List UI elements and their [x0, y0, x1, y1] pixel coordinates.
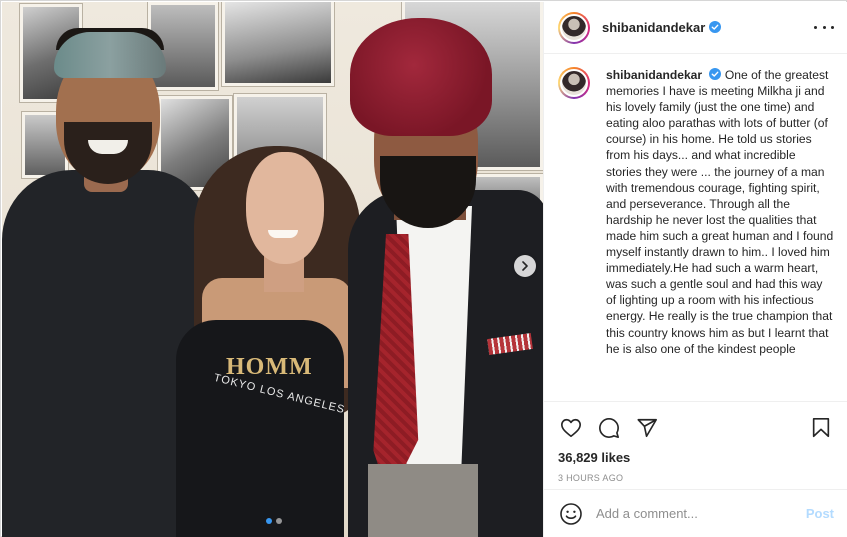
heart-icon	[561, 418, 581, 438]
verified-badge-icon	[709, 21, 722, 33]
verified-badge-icon	[709, 68, 722, 80]
emoji-icon	[560, 502, 582, 525]
caption-body: One of the greatest memories I have is m…	[606, 68, 834, 356]
post-comment-button[interactable]: Post	[806, 506, 834, 521]
carousel-dot	[276, 518, 282, 524]
carousel-next-button[interactable]	[514, 255, 536, 277]
header-username[interactable]: shibanidandekar	[602, 20, 722, 35]
post-timestamp[interactable]: 3 HOURS AGO	[558, 473, 834, 483]
save-button[interactable]	[808, 415, 834, 441]
avatar[interactable]	[558, 11, 590, 44]
share-button[interactable]	[634, 415, 660, 441]
like-button[interactable]	[558, 415, 584, 441]
emoji-button[interactable]	[558, 501, 584, 527]
person-right-turban	[350, 18, 492, 136]
post-details-panel: shibanidandekar shibanidandekar One of t…	[543, 2, 847, 537]
caption: shibanidandekar One of the greatest memo…	[606, 67, 834, 400]
post-actions: 36,829 likes 3 HOURS AGO	[544, 401, 847, 483]
person-middle-shirt	[176, 320, 344, 537]
comment-icon	[599, 418, 619, 438]
likes-count[interactable]: 36,829 likes	[558, 450, 834, 465]
more-options-icon	[814, 25, 817, 29]
comment-button[interactable]	[596, 415, 622, 441]
action-icons	[558, 410, 834, 446]
person-middle-face	[246, 152, 324, 264]
comment-bar: Post	[544, 489, 847, 537]
post-modal: HOMM TOKYO LOS ANGELES shibanidandekar s…	[0, 0, 847, 537]
caption-username[interactable]: shibanidandekar	[606, 68, 702, 82]
post-header: shibanidandekar	[544, 2, 847, 54]
chevron-right-icon	[522, 261, 528, 271]
username-text[interactable]: shibanidandekar	[602, 20, 705, 35]
person-left-headband	[54, 32, 166, 78]
comment-input[interactable]	[596, 506, 806, 521]
bookmark-icon	[812, 418, 830, 438]
more-options-button[interactable]	[814, 20, 834, 34]
post-photo[interactable]: HOMM TOKYO LOS ANGELES	[2, 2, 543, 537]
carousel-dot-active	[266, 518, 272, 524]
caption-area: shibanidandekar One of the greatest memo…	[544, 55, 847, 400]
person-right-trousers	[368, 464, 478, 537]
person-middle-smile	[268, 230, 298, 238]
wall-photo-frame	[222, 2, 334, 86]
paper-plane-icon	[637, 418, 657, 438]
avatar[interactable]	[558, 67, 590, 99]
carousel-dots	[266, 518, 282, 524]
